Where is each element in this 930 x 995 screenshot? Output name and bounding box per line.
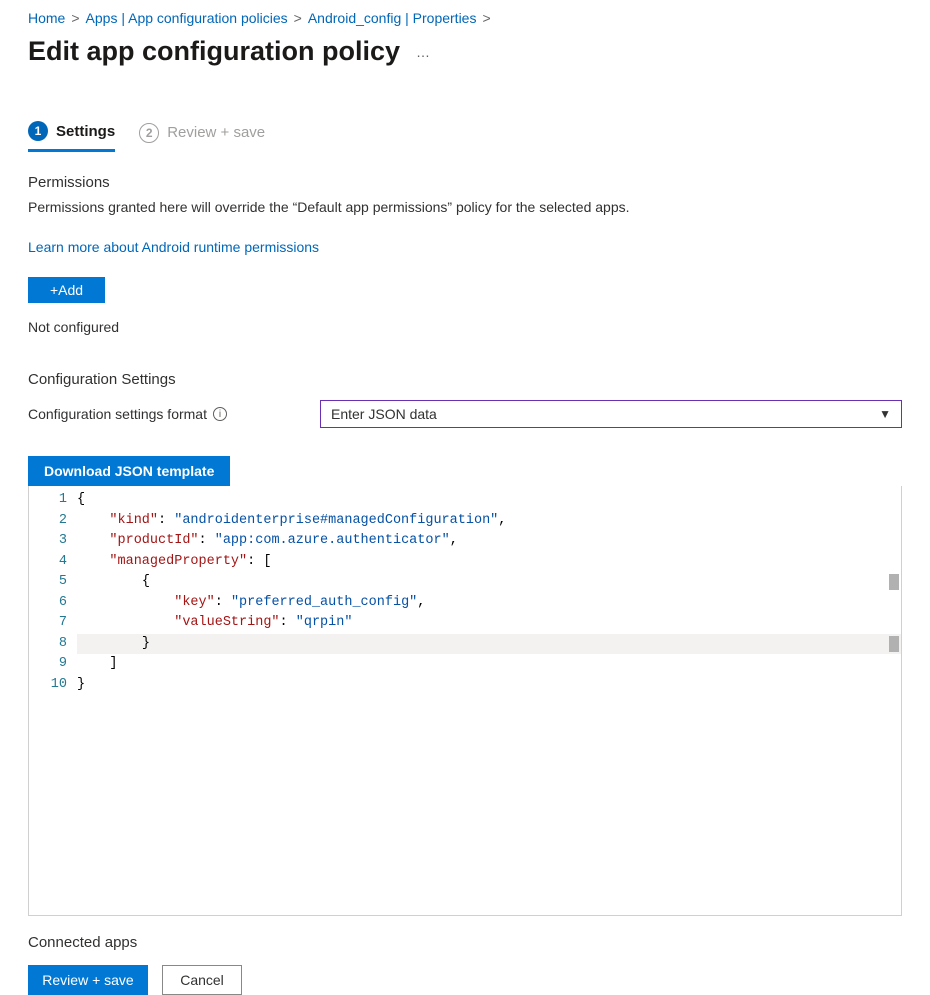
connected-apps-title: Connected apps: [28, 934, 902, 951]
config-format-label: Configuration settings format i: [28, 406, 308, 422]
add-button[interactable]: +Add: [28, 277, 105, 303]
breadcrumb-sep: >: [71, 10, 79, 26]
config-settings-title: Configuration Settings: [28, 371, 902, 388]
breadcrumb-sep: >: [294, 10, 302, 26]
tab-settings-label: Settings: [56, 123, 115, 140]
breadcrumb-apps[interactable]: Apps | App configuration policies: [86, 10, 288, 26]
permissions-description: Permissions granted here will override t…: [28, 199, 902, 215]
breadcrumb-home[interactable]: Home: [28, 10, 65, 26]
tab-review-save[interactable]: 2 Review + save: [139, 123, 265, 151]
tab-settings-number: 1: [28, 121, 48, 141]
page-title: Edit app configuration policy: [28, 36, 400, 67]
more-actions-icon[interactable]: …: [416, 44, 432, 60]
learn-more-link[interactable]: Learn more about Android runtime permiss…: [28, 239, 319, 255]
wizard-tabs: 1 Settings 2 Review + save: [28, 121, 902, 152]
footer-bar: Review + save Cancel: [28, 965, 902, 995]
breadcrumb-sep: >: [482, 10, 490, 26]
review-save-button[interactable]: Review + save: [28, 965, 148, 995]
tab-review-label: Review + save: [167, 124, 265, 141]
config-format-value: Enter JSON data: [331, 406, 437, 422]
json-editor[interactable]: 1 2 3 4 5 6 7 8 9 10 { "kind": "androide…: [28, 486, 902, 916]
permissions-title: Permissions: [28, 174, 902, 191]
scrollbar-marker: [889, 574, 899, 590]
info-icon[interactable]: i: [213, 407, 227, 421]
download-json-template-button[interactable]: Download JSON template: [28, 456, 230, 486]
tab-review-number: 2: [139, 123, 159, 143]
cancel-button[interactable]: Cancel: [162, 965, 242, 995]
breadcrumb-properties[interactable]: Android_config | Properties: [308, 10, 477, 26]
breadcrumb: Home > Apps | App configuration policies…: [28, 8, 902, 32]
tab-settings[interactable]: 1 Settings: [28, 121, 115, 152]
config-format-select[interactable]: Enter JSON data ▼: [320, 400, 902, 428]
chevron-down-icon: ▼: [879, 407, 891, 421]
permissions-status: Not configured: [28, 319, 902, 335]
editor-code[interactable]: { "kind": "androidenterprise#managedConf…: [77, 486, 901, 695]
editor-gutter: 1 2 3 4 5 6 7 8 9 10: [29, 486, 77, 695]
scrollbar-marker: [889, 636, 899, 652]
